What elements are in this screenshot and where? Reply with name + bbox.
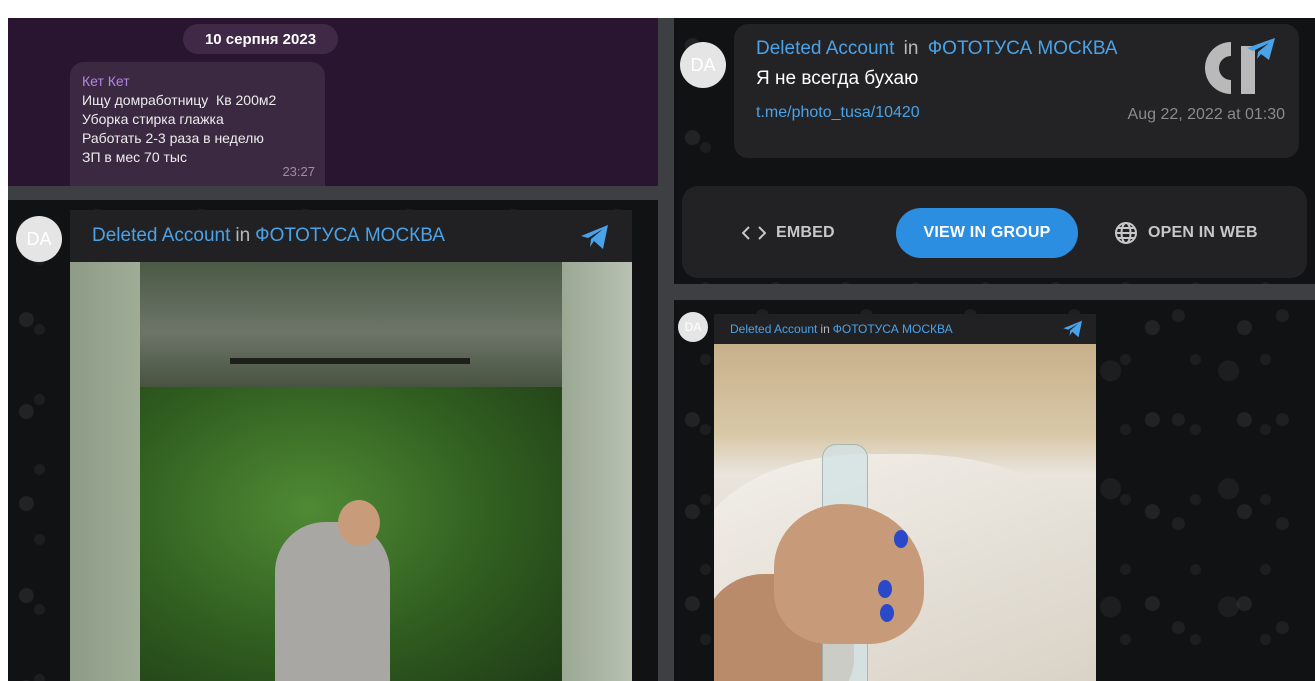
message-bubble[interactable]: Кет Кет Ищу домработницу Кв 200м2 Уборка… bbox=[70, 62, 325, 186]
channel-link[interactable]: ФОТОТУСА МОСКВА bbox=[255, 225, 445, 247]
divider bbox=[674, 284, 1315, 300]
photo-person bbox=[275, 522, 390, 681]
embed-button[interactable]: EMBED bbox=[742, 208, 835, 258]
telegram-plane-icon[interactable] bbox=[580, 224, 610, 250]
avatar[interactable]: DA bbox=[680, 42, 726, 88]
in-label: in bbox=[235, 225, 251, 246]
photo-nail bbox=[880, 604, 894, 622]
photo-head bbox=[338, 500, 380, 546]
date-separator: 10 серпня 2023 bbox=[183, 24, 338, 54]
photo-nail bbox=[894, 530, 908, 548]
open-in-web-button[interactable]: OPEN IN WEB bbox=[1114, 208, 1258, 258]
post-card: Deleted Account in ФОТОТУСА МОСКВА bbox=[70, 210, 632, 681]
in-label: in bbox=[820, 322, 830, 336]
chat-panel: 10 серпня 2023 Кет Кет Ищу домработницу … bbox=[8, 18, 658, 186]
channel-link[interactable]: ФОТОТУСА МОСКВА bbox=[833, 322, 953, 336]
avatar[interactable]: DA bbox=[16, 216, 62, 262]
telegram-plane-icon[interactable] bbox=[1062, 320, 1084, 338]
message-sender[interactable]: Кет Кет bbox=[82, 72, 315, 91]
author-link[interactable]: Deleted Account bbox=[92, 225, 230, 247]
telegram-post-panel: DA Deleted Account in ФОТОТУСА МОСКВА bbox=[8, 200, 658, 681]
channel-link[interactable]: ФОТОТУСА МОСКВА bbox=[928, 38, 1118, 59]
view-in-group-button[interactable]: VIEW IN GROUP bbox=[896, 208, 1078, 258]
post-date: Aug 22, 2022 at 01:30 bbox=[1127, 106, 1285, 123]
post-photo[interactable] bbox=[70, 262, 632, 681]
photo-wall bbox=[140, 262, 562, 402]
action-bar: EMBED VIEW IN GROUP OPEN IN WEB bbox=[682, 186, 1307, 278]
post-link[interactable]: t.me/photo_tusa/10420 bbox=[756, 104, 920, 122]
embed-label: EMBED bbox=[776, 224, 835, 241]
post-photo[interactable] bbox=[714, 344, 1096, 681]
message-time: 23:27 bbox=[282, 164, 315, 179]
message-line: ЗП в мес 70 тыс bbox=[82, 149, 187, 165]
telegram-post-panel: DA Deleted Account in ФОТОТУСА МОСКВА bbox=[674, 300, 1315, 681]
message-line: Ищу домработницу Кв 200м2 bbox=[82, 92, 277, 108]
embed-title: Deleted Account in ФОТОТУСА МОСКВА bbox=[756, 38, 1118, 60]
author-link[interactable]: Deleted Account bbox=[756, 38, 894, 59]
post-header: Deleted Account in ФОТОТУСА МОСКВА bbox=[714, 314, 1096, 344]
author-link[interactable]: Deleted Account bbox=[730, 322, 817, 336]
post-header: Deleted Account in ФОТОТУСА МОСКВА bbox=[70, 210, 632, 262]
photo-fence bbox=[230, 358, 470, 364]
in-label: in bbox=[903, 38, 919, 59]
message-line: Уборка стирка глажка bbox=[82, 111, 224, 127]
view-in-group-label: VIEW IN GROUP bbox=[923, 224, 1051, 241]
photo-nail bbox=[878, 580, 892, 598]
post-card: Deleted Account in ФОТОТУСА МОСКВА bbox=[714, 314, 1096, 681]
embed-card: Deleted Account in ФОТОТУСА МОСКВА Я не … bbox=[734, 24, 1299, 158]
message-line: Работать 2-3 раза в неделю bbox=[82, 130, 264, 146]
embed-panel: DA Deleted Account in ФОТОТУСА МОСКВА Я … bbox=[674, 18, 1315, 284]
open-in-web-label: OPEN IN WEB bbox=[1148, 224, 1258, 241]
c1-logo-icon bbox=[1205, 38, 1275, 94]
divider bbox=[8, 186, 658, 200]
divider bbox=[658, 18, 674, 681]
code-icon bbox=[742, 226, 766, 240]
message-text: Я не всегда бухаю bbox=[756, 68, 919, 89]
globe-icon bbox=[1115, 222, 1137, 244]
avatar[interactable]: DA bbox=[678, 312, 708, 342]
